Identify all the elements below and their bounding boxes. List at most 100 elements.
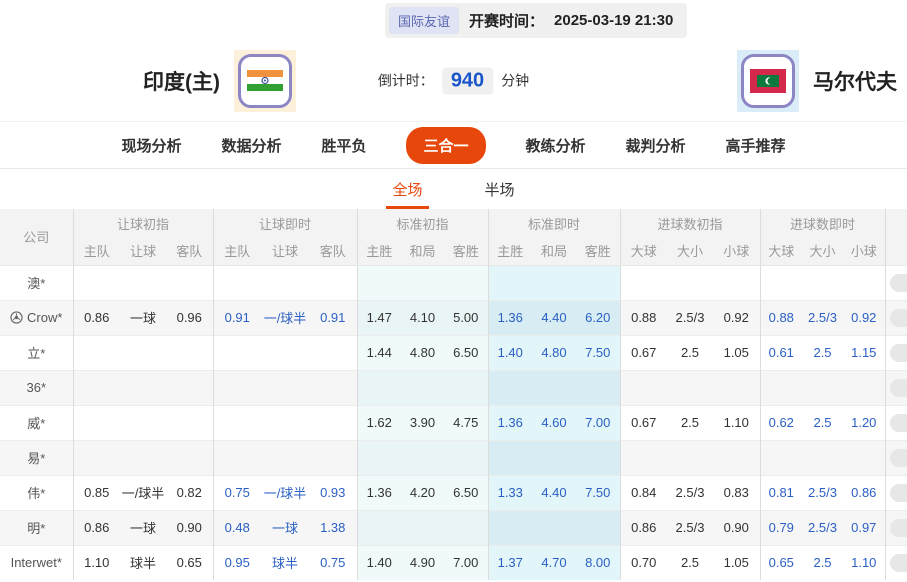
detail-pill-button[interactable] bbox=[890, 344, 907, 362]
live-odds-cell[interactable]: 0.79 bbox=[760, 510, 802, 545]
nav-tab-3[interactable]: 胜平负 bbox=[321, 135, 366, 156]
live-odds-cell[interactable]: 2.5/3 bbox=[802, 510, 843, 545]
company-cell[interactable]: Interwet* bbox=[0, 545, 73, 580]
live-odds-cell[interactable]: 0.62 bbox=[760, 405, 802, 440]
live-odds-cell[interactable]: 4.60 bbox=[532, 405, 576, 440]
nav-tab-6[interactable]: 裁判分析 bbox=[626, 135, 686, 156]
live-odds-cell bbox=[802, 265, 843, 300]
nav-tab-2[interactable]: 数据分析 bbox=[221, 135, 281, 156]
live-odds-cell bbox=[843, 265, 885, 300]
initial-odds-cell: 6.50 bbox=[444, 335, 488, 370]
live-odds-cell[interactable]: 4.70 bbox=[532, 545, 576, 580]
live-odds-cell[interactable]: 0.91 bbox=[213, 300, 261, 335]
company-cell[interactable]: 威* bbox=[0, 405, 73, 440]
company-cell[interactable]: 伟* bbox=[0, 475, 73, 510]
live-odds-cell[interactable]: 2.5 bbox=[802, 335, 843, 370]
live-odds-cell[interactable]: 一/球半 bbox=[261, 300, 309, 335]
period-tab-2[interactable]: 半场 bbox=[485, 169, 515, 209]
live-odds-cell[interactable]: 0.86 bbox=[843, 475, 885, 510]
nav-tab-5[interactable]: 教练分析 bbox=[526, 135, 586, 156]
live-odds-cell[interactable]: 一/球半 bbox=[261, 475, 309, 510]
detail-pill-button[interactable] bbox=[890, 449, 907, 467]
company-name[interactable]: 伟* bbox=[27, 483, 45, 502]
initial-odds-cell: 1.10 bbox=[713, 405, 760, 440]
company-name[interactable]: 36* bbox=[26, 380, 46, 395]
company-name[interactable]: Crow* bbox=[27, 310, 62, 325]
live-odds-cell[interactable]: 一球 bbox=[261, 510, 309, 545]
company-cell[interactable]: 澳* bbox=[0, 265, 73, 300]
initial-odds-cell: 0.90 bbox=[713, 510, 760, 545]
live-odds-cell[interactable]: 0.93 bbox=[309, 475, 357, 510]
detail-pill-button[interactable] bbox=[890, 379, 907, 397]
live-odds-cell[interactable]: 0.88 bbox=[760, 300, 802, 335]
company-name[interactable]: Interwet* bbox=[11, 555, 62, 570]
league-badge[interactable]: 国际友谊 bbox=[389, 7, 459, 34]
live-odds-cell[interactable]: 7.50 bbox=[576, 475, 620, 510]
initial-odds-cell bbox=[120, 370, 166, 405]
live-odds-cell[interactable]: 0.61 bbox=[760, 335, 802, 370]
live-odds-cell[interactable]: 0.75 bbox=[309, 545, 357, 580]
detail-pill-button[interactable] bbox=[890, 519, 907, 537]
live-odds-cell[interactable]: 1.20 bbox=[843, 405, 885, 440]
live-odds-cell[interactable]: 2.5 bbox=[802, 405, 843, 440]
live-odds-cell[interactable]: 6.20 bbox=[576, 300, 620, 335]
live-odds-cell[interactable]: 0.95 bbox=[213, 545, 261, 580]
nav-tab-1[interactable]: 现场分析 bbox=[121, 135, 181, 156]
live-odds-cell[interactable]: 0.92 bbox=[843, 300, 885, 335]
live-odds-cell[interactable]: 0.48 bbox=[213, 510, 261, 545]
detail-pill-button[interactable] bbox=[890, 274, 907, 292]
live-odds-cell[interactable]: 1.15 bbox=[843, 335, 885, 370]
live-odds-cell[interactable]: 2.5/3 bbox=[802, 475, 843, 510]
live-odds-cell[interactable]: 球半 bbox=[261, 545, 309, 580]
detail-pill-button[interactable] bbox=[890, 414, 907, 432]
nav-tab-7[interactable]: 高手推荐 bbox=[726, 135, 786, 156]
nav-tab-4[interactable]: 三合一 bbox=[406, 127, 485, 164]
company-cell[interactable]: 明* bbox=[0, 510, 73, 545]
live-odds-cell[interactable]: 4.40 bbox=[532, 300, 576, 335]
initial-odds-cell: 2.5/3 bbox=[667, 300, 713, 335]
live-odds-cell[interactable]: 1.36 bbox=[488, 405, 532, 440]
company-cell[interactable]: 易* bbox=[0, 440, 73, 475]
period-tab-1[interactable]: 全场 bbox=[392, 169, 422, 209]
live-odds-cell[interactable]: 7.50 bbox=[576, 335, 620, 370]
initial-odds-cell: 1.05 bbox=[713, 545, 760, 580]
live-odds-cell[interactable]: 0.75 bbox=[213, 475, 261, 510]
initial-odds-cell bbox=[120, 265, 166, 300]
live-odds-cell[interactable]: 0.81 bbox=[760, 475, 802, 510]
company-cell[interactable]: 立* bbox=[0, 335, 73, 370]
live-odds-cell[interactable]: 0.97 bbox=[843, 510, 885, 545]
live-odds-cell[interactable]: 1.37 bbox=[488, 545, 532, 580]
sub-header: 主队 bbox=[213, 237, 261, 265]
initial-odds-cell: 4.75 bbox=[444, 405, 488, 440]
live-odds-cell[interactable]: 1.38 bbox=[309, 510, 357, 545]
live-odds-cell[interactable]: 1.40 bbox=[488, 335, 532, 370]
company-name[interactable]: 明* bbox=[27, 518, 45, 537]
company-name[interactable]: 威* bbox=[27, 413, 45, 432]
live-odds-cell[interactable]: 2.5 bbox=[802, 545, 843, 580]
live-odds-cell[interactable]: 4.40 bbox=[532, 475, 576, 510]
detail-pill-button[interactable] bbox=[890, 484, 907, 502]
live-odds-cell bbox=[309, 440, 357, 475]
detail-pill-button[interactable] bbox=[890, 554, 907, 572]
live-odds-cell[interactable]: 1.10 bbox=[843, 545, 885, 580]
company-name[interactable]: 立* bbox=[27, 343, 45, 362]
company-name[interactable]: 澳* bbox=[27, 273, 45, 292]
company-name[interactable]: 易* bbox=[27, 448, 45, 467]
company-cell[interactable]: Crow* bbox=[0, 300, 73, 335]
live-odds-cell[interactable]: 1.36 bbox=[488, 300, 532, 335]
away-team-name: 马尔代夫 bbox=[813, 66, 897, 96]
live-odds-cell[interactable]: 7.00 bbox=[576, 405, 620, 440]
initial-odds-cell bbox=[166, 370, 213, 405]
sub-header: 客胜 bbox=[444, 237, 488, 265]
sub-header: 客胜 bbox=[576, 237, 620, 265]
company-cell[interactable]: 36* bbox=[0, 370, 73, 405]
period-tabs: 全场 半场 bbox=[0, 169, 907, 209]
detail-pill-button[interactable] bbox=[890, 309, 907, 327]
live-odds-cell[interactable]: 0.91 bbox=[309, 300, 357, 335]
live-odds-cell[interactable]: 4.80 bbox=[532, 335, 576, 370]
live-odds-cell[interactable]: 0.65 bbox=[760, 545, 802, 580]
live-odds-cell[interactable]: 8.00 bbox=[576, 545, 620, 580]
live-odds-cell bbox=[488, 510, 532, 545]
live-odds-cell[interactable]: 1.33 bbox=[488, 475, 532, 510]
live-odds-cell[interactable]: 2.5/3 bbox=[802, 300, 843, 335]
